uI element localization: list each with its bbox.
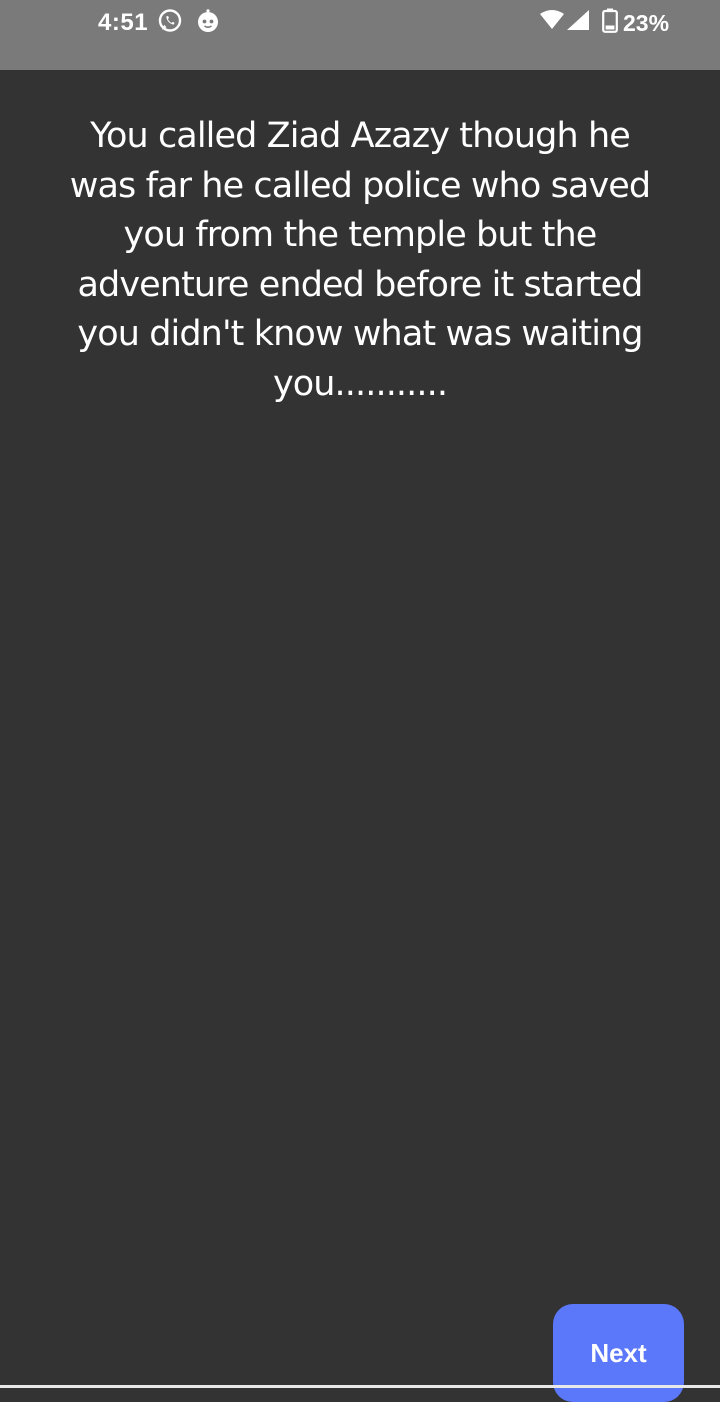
- battery-percentage: 23%: [623, 10, 670, 36]
- whatsapp-icon: [158, 9, 182, 32]
- app-notification-icon: [198, 9, 218, 32]
- status-time: 4:51: [98, 9, 149, 36]
- status-bar: 4:51 23%: [0, 0, 720, 70]
- battery-icon: [602, 8, 618, 33]
- story-screen: You called Ziad Azazy though he was far …: [0, 70, 720, 1402]
- story-text: You called Ziad Azazy though he was far …: [69, 116, 651, 404]
- cell-signal-icon: [567, 10, 589, 30]
- wifi-icon: [540, 10, 564, 29]
